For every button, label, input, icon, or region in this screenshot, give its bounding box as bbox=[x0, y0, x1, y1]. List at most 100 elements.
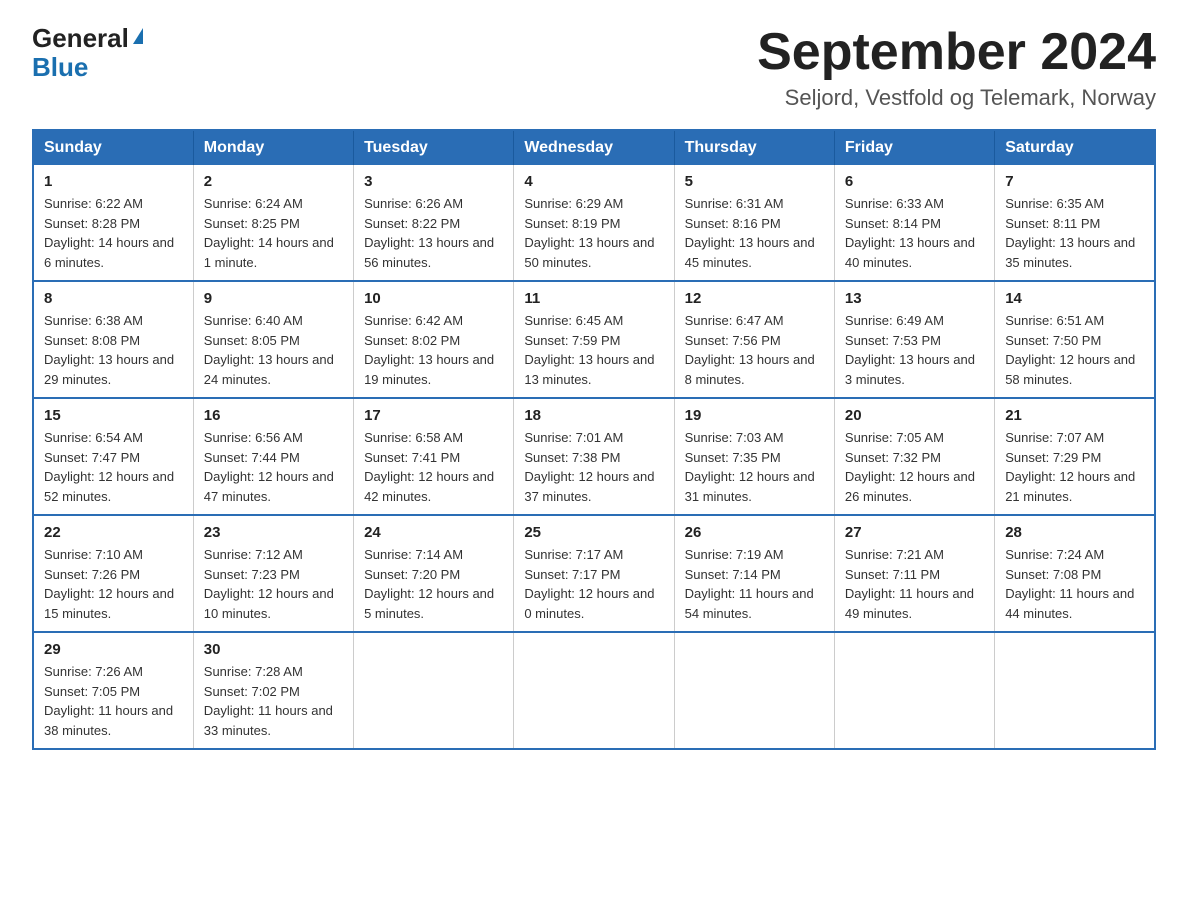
cell-sunrise: Sunrise: 7:10 AM bbox=[44, 547, 143, 562]
calendar-week-row: 1 Sunrise: 6:22 AM Sunset: 8:28 PM Dayli… bbox=[33, 165, 1155, 281]
cell-daylight: Daylight: 13 hours and 3 minutes. bbox=[845, 352, 975, 387]
cell-daylight: Daylight: 12 hours and 0 minutes. bbox=[524, 586, 654, 621]
cell-daylight: Daylight: 13 hours and 40 minutes. bbox=[845, 235, 975, 270]
cell-daylight: Daylight: 12 hours and 21 minutes. bbox=[1005, 469, 1135, 504]
table-row: 18 Sunrise: 7:01 AM Sunset: 7:38 PM Dayl… bbox=[514, 398, 674, 515]
table-row: 20 Sunrise: 7:05 AM Sunset: 7:32 PM Dayl… bbox=[834, 398, 994, 515]
day-number: 13 bbox=[845, 290, 984, 307]
calendar-header-row: Sunday Monday Tuesday Wednesday Thursday… bbox=[33, 130, 1155, 165]
cell-daylight: Daylight: 12 hours and 31 minutes. bbox=[685, 469, 815, 504]
page-header: General Blue September 2024 Seljord, Ves… bbox=[32, 24, 1156, 111]
day-number: 22 bbox=[44, 524, 183, 541]
table-row: 22 Sunrise: 7:10 AM Sunset: 7:26 PM Dayl… bbox=[33, 515, 193, 632]
table-row: 15 Sunrise: 6:54 AM Sunset: 7:47 PM Dayl… bbox=[33, 398, 193, 515]
table-row: 25 Sunrise: 7:17 AM Sunset: 7:17 PM Dayl… bbox=[514, 515, 674, 632]
cell-daylight: Daylight: 12 hours and 52 minutes. bbox=[44, 469, 174, 504]
cell-sunrise: Sunrise: 7:14 AM bbox=[364, 547, 463, 562]
table-row: 10 Sunrise: 6:42 AM Sunset: 8:02 PM Dayl… bbox=[354, 281, 514, 398]
cell-sunrise: Sunrise: 6:35 AM bbox=[1005, 196, 1104, 211]
col-saturday: Saturday bbox=[995, 130, 1155, 165]
cell-sunset: Sunset: 7:02 PM bbox=[204, 684, 300, 699]
cell-sunset: Sunset: 7:44 PM bbox=[204, 450, 300, 465]
cell-sunset: Sunset: 7:32 PM bbox=[845, 450, 941, 465]
table-row: 17 Sunrise: 6:58 AM Sunset: 7:41 PM Dayl… bbox=[354, 398, 514, 515]
calendar-week-row: 15 Sunrise: 6:54 AM Sunset: 7:47 PM Dayl… bbox=[33, 398, 1155, 515]
day-number: 6 bbox=[845, 173, 984, 190]
cell-sunrise: Sunrise: 7:26 AM bbox=[44, 664, 143, 679]
cell-sunrise: Sunrise: 7:03 AM bbox=[685, 430, 784, 445]
table-row: 12 Sunrise: 6:47 AM Sunset: 7:56 PM Dayl… bbox=[674, 281, 834, 398]
cell-daylight: Daylight: 13 hours and 24 minutes. bbox=[204, 352, 334, 387]
table-row: 6 Sunrise: 6:33 AM Sunset: 8:14 PM Dayli… bbox=[834, 165, 994, 281]
cell-daylight: Daylight: 13 hours and 56 minutes. bbox=[364, 235, 494, 270]
table-row: 11 Sunrise: 6:45 AM Sunset: 7:59 PM Dayl… bbox=[514, 281, 674, 398]
cell-sunrise: Sunrise: 7:28 AM bbox=[204, 664, 303, 679]
cell-sunset: Sunset: 7:41 PM bbox=[364, 450, 460, 465]
cell-daylight: Daylight: 13 hours and 19 minutes. bbox=[364, 352, 494, 387]
cell-sunset: Sunset: 8:11 PM bbox=[1005, 216, 1100, 231]
cell-daylight: Daylight: 11 hours and 38 minutes. bbox=[44, 703, 173, 738]
table-row: 9 Sunrise: 6:40 AM Sunset: 8:05 PM Dayli… bbox=[193, 281, 353, 398]
day-number: 11 bbox=[524, 290, 663, 307]
cell-sunset: Sunset: 8:08 PM bbox=[44, 333, 140, 348]
cell-sunrise: Sunrise: 6:22 AM bbox=[44, 196, 143, 211]
cell-sunset: Sunset: 7:38 PM bbox=[524, 450, 620, 465]
cell-sunrise: Sunrise: 7:05 AM bbox=[845, 430, 944, 445]
day-number: 25 bbox=[524, 524, 663, 541]
day-number: 30 bbox=[204, 641, 343, 658]
cell-daylight: Daylight: 13 hours and 50 minutes. bbox=[524, 235, 654, 270]
cell-daylight: Daylight: 12 hours and 47 minutes. bbox=[204, 469, 334, 504]
cell-sunrise: Sunrise: 6:54 AM bbox=[44, 430, 143, 445]
cell-sunrise: Sunrise: 7:01 AM bbox=[524, 430, 623, 445]
day-number: 26 bbox=[685, 524, 824, 541]
cell-sunrise: Sunrise: 6:49 AM bbox=[845, 313, 944, 328]
cell-sunrise: Sunrise: 6:42 AM bbox=[364, 313, 463, 328]
table-row: 4 Sunrise: 6:29 AM Sunset: 8:19 PM Dayli… bbox=[514, 165, 674, 281]
table-row: 13 Sunrise: 6:49 AM Sunset: 7:53 PM Dayl… bbox=[834, 281, 994, 398]
cell-sunrise: Sunrise: 7:24 AM bbox=[1005, 547, 1104, 562]
table-row: 30 Sunrise: 7:28 AM Sunset: 7:02 PM Dayl… bbox=[193, 632, 353, 749]
cell-daylight: Daylight: 13 hours and 45 minutes. bbox=[685, 235, 815, 270]
table-row: 21 Sunrise: 7:07 AM Sunset: 7:29 PM Dayl… bbox=[995, 398, 1155, 515]
cell-daylight: Daylight: 11 hours and 54 minutes. bbox=[685, 586, 814, 621]
table-row: 29 Sunrise: 7:26 AM Sunset: 7:05 PM Dayl… bbox=[33, 632, 193, 749]
cell-daylight: Daylight: 12 hours and 58 minutes. bbox=[1005, 352, 1135, 387]
table-row: 28 Sunrise: 7:24 AM Sunset: 7:08 PM Dayl… bbox=[995, 515, 1155, 632]
cell-daylight: Daylight: 13 hours and 13 minutes. bbox=[524, 352, 654, 387]
cell-sunrise: Sunrise: 7:07 AM bbox=[1005, 430, 1104, 445]
table-row: 3 Sunrise: 6:26 AM Sunset: 8:22 PM Dayli… bbox=[354, 165, 514, 281]
calendar-week-row: 29 Sunrise: 7:26 AM Sunset: 7:05 PM Dayl… bbox=[33, 632, 1155, 749]
location-title: Seljord, Vestfold og Telemark, Norway bbox=[757, 85, 1156, 111]
cell-daylight: Daylight: 11 hours and 44 minutes. bbox=[1005, 586, 1134, 621]
cell-sunset: Sunset: 7:20 PM bbox=[364, 567, 460, 582]
day-number: 8 bbox=[44, 290, 183, 307]
cell-sunset: Sunset: 8:22 PM bbox=[364, 216, 460, 231]
cell-sunrise: Sunrise: 6:40 AM bbox=[204, 313, 303, 328]
cell-sunset: Sunset: 7:26 PM bbox=[44, 567, 140, 582]
cell-sunset: Sunset: 7:47 PM bbox=[44, 450, 140, 465]
cell-sunset: Sunset: 8:25 PM bbox=[204, 216, 300, 231]
cell-sunrise: Sunrise: 6:26 AM bbox=[364, 196, 463, 211]
day-number: 17 bbox=[364, 407, 503, 424]
day-number: 15 bbox=[44, 407, 183, 424]
day-number: 20 bbox=[845, 407, 984, 424]
cell-daylight: Daylight: 13 hours and 29 minutes. bbox=[44, 352, 174, 387]
cell-daylight: Daylight: 12 hours and 10 minutes. bbox=[204, 586, 334, 621]
logo: General Blue bbox=[32, 24, 143, 81]
day-number: 14 bbox=[1005, 290, 1144, 307]
day-number: 7 bbox=[1005, 173, 1144, 190]
table-row: 2 Sunrise: 6:24 AM Sunset: 8:25 PM Dayli… bbox=[193, 165, 353, 281]
cell-daylight: Daylight: 12 hours and 5 minutes. bbox=[364, 586, 494, 621]
table-row: 14 Sunrise: 6:51 AM Sunset: 7:50 PM Dayl… bbox=[995, 281, 1155, 398]
cell-sunset: Sunset: 7:50 PM bbox=[1005, 333, 1101, 348]
cell-daylight: Daylight: 14 hours and 6 minutes. bbox=[44, 235, 174, 270]
cell-sunset: Sunset: 7:05 PM bbox=[44, 684, 140, 699]
cell-daylight: Daylight: 12 hours and 42 minutes. bbox=[364, 469, 494, 504]
cell-sunset: Sunset: 7:56 PM bbox=[685, 333, 781, 348]
table-row: 8 Sunrise: 6:38 AM Sunset: 8:08 PM Dayli… bbox=[33, 281, 193, 398]
col-tuesday: Tuesday bbox=[354, 130, 514, 165]
day-number: 27 bbox=[845, 524, 984, 541]
cell-sunset: Sunset: 8:19 PM bbox=[524, 216, 620, 231]
cell-sunset: Sunset: 8:02 PM bbox=[364, 333, 460, 348]
day-number: 24 bbox=[364, 524, 503, 541]
